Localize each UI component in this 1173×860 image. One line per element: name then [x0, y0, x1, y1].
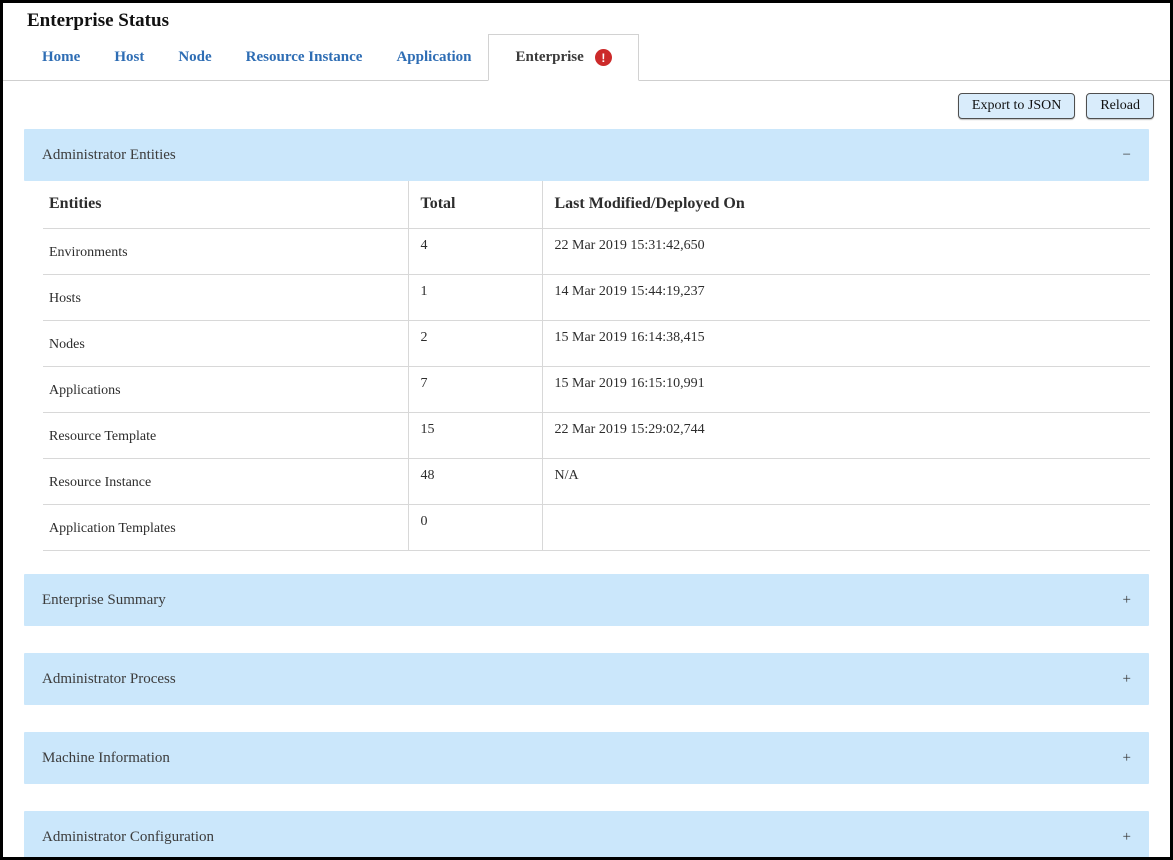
accordion-title: Administrator Entities: [42, 147, 176, 164]
entity-name: Environments: [43, 229, 408, 275]
accordion-title: Machine Information: [42, 750, 170, 767]
tab-host[interactable]: Host: [97, 34, 161, 80]
entity-total: 0: [408, 505, 542, 551]
accordion-section-machine-information: Machine Information +: [24, 732, 1149, 784]
entities-table: Entities Total Last Modified/Deployed On…: [43, 181, 1150, 551]
reload-button[interactable]: Reload: [1086, 93, 1154, 119]
accordion-title: Administrator Process: [42, 671, 176, 688]
entity-total: 7: [408, 367, 542, 413]
accordion-header-administrator-process[interactable]: Administrator Process +: [24, 653, 1149, 705]
tab-resource-instance[interactable]: Resource Instance: [229, 34, 380, 80]
section-spacer: [3, 784, 1170, 811]
expand-icon[interactable]: +: [1123, 592, 1131, 609]
entity-name: Nodes: [43, 321, 408, 367]
tab-enterprise-label: Enterprise: [515, 49, 583, 66]
app-window: Enterprise Status Home Host Node Resourc…: [0, 0, 1173, 860]
accordion-section-administrator-entities: Administrator Entities −: [24, 129, 1149, 181]
entity-name: Application Templates: [43, 505, 408, 551]
section-spacer: [3, 626, 1170, 653]
accordion-header-machine-information[interactable]: Machine Information +: [24, 732, 1149, 784]
column-header-total: Total: [408, 181, 542, 229]
entity-last-modified: [542, 505, 1150, 551]
table-row: Nodes 2 15 Mar 2019 16:14:38,415: [43, 321, 1150, 367]
entity-last-modified: 22 Mar 2019 15:29:02,744: [542, 413, 1150, 459]
accordion-section-administrator-process: Administrator Process +: [24, 653, 1149, 705]
table-row: Hosts 1 14 Mar 2019 15:44:19,237: [43, 275, 1150, 321]
table-header-row: Entities Total Last Modified/Deployed On: [43, 181, 1150, 229]
table-row: Resource Instance 48 N/A: [43, 459, 1150, 505]
entity-name: Hosts: [43, 275, 408, 321]
collapse-icon[interactable]: −: [1123, 147, 1131, 164]
tab-enterprise[interactable]: Enterprise !: [488, 34, 638, 81]
accordion-title: Administrator Configuration: [42, 829, 214, 846]
table-row: Resource Template 15 22 Mar 2019 15:29:0…: [43, 413, 1150, 459]
entity-total: 2: [408, 321, 542, 367]
accordion-section-enterprise-summary: Enterprise Summary +: [24, 574, 1149, 626]
alert-badge-icon: !: [595, 49, 612, 66]
tab-application[interactable]: Application: [379, 34, 488, 80]
entity-last-modified: N/A: [542, 459, 1150, 505]
entity-name: Resource Instance: [43, 459, 408, 505]
tab-bar: Home Host Node Resource Instance Applica…: [3, 34, 1170, 81]
accordion-header-administrator-entities[interactable]: Administrator Entities −: [24, 129, 1149, 181]
expand-icon[interactable]: +: [1123, 750, 1131, 767]
entity-total: 15: [408, 413, 542, 459]
table-row: Applications 7 15 Mar 2019 16:15:10,991: [43, 367, 1150, 413]
tab-node[interactable]: Node: [161, 34, 228, 80]
entity-last-modified: 14 Mar 2019 15:44:19,237: [542, 275, 1150, 321]
accordion-section-administrator-configuration: Administrator Configuration +: [24, 811, 1149, 860]
section-spacer: [3, 705, 1170, 732]
entity-name: Applications: [43, 367, 408, 413]
entity-last-modified: 15 Mar 2019 16:14:38,415: [542, 321, 1150, 367]
entity-total: 1: [408, 275, 542, 321]
tab-home[interactable]: Home: [25, 34, 97, 80]
accordion-header-enterprise-summary[interactable]: Enterprise Summary +: [24, 574, 1149, 626]
accordion-title: Enterprise Summary: [42, 592, 166, 609]
expand-icon[interactable]: +: [1123, 829, 1131, 846]
entity-last-modified: 15 Mar 2019 16:15:10,991: [542, 367, 1150, 413]
column-header-last-modified: Last Modified/Deployed On: [542, 181, 1150, 229]
column-header-entities: Entities: [43, 181, 408, 229]
entity-last-modified: 22 Mar 2019 15:31:42,650: [542, 229, 1150, 275]
entity-total: 4: [408, 229, 542, 275]
table-row: Application Templates 0: [43, 505, 1150, 551]
export-json-button[interactable]: Export to JSON: [958, 93, 1075, 119]
toolbar: Export to JSON Reload: [3, 81, 1170, 129]
page-title: Enterprise Status: [3, 3, 1170, 32]
accordion-header-administrator-configuration[interactable]: Administrator Configuration +: [24, 811, 1149, 860]
table-row: Environments 4 22 Mar 2019 15:31:42,650: [43, 229, 1150, 275]
entity-name: Resource Template: [43, 413, 408, 459]
entity-total: 48: [408, 459, 542, 505]
administrator-entities-panel: Entities Total Last Modified/Deployed On…: [43, 181, 1150, 551]
expand-icon[interactable]: +: [1123, 671, 1131, 688]
